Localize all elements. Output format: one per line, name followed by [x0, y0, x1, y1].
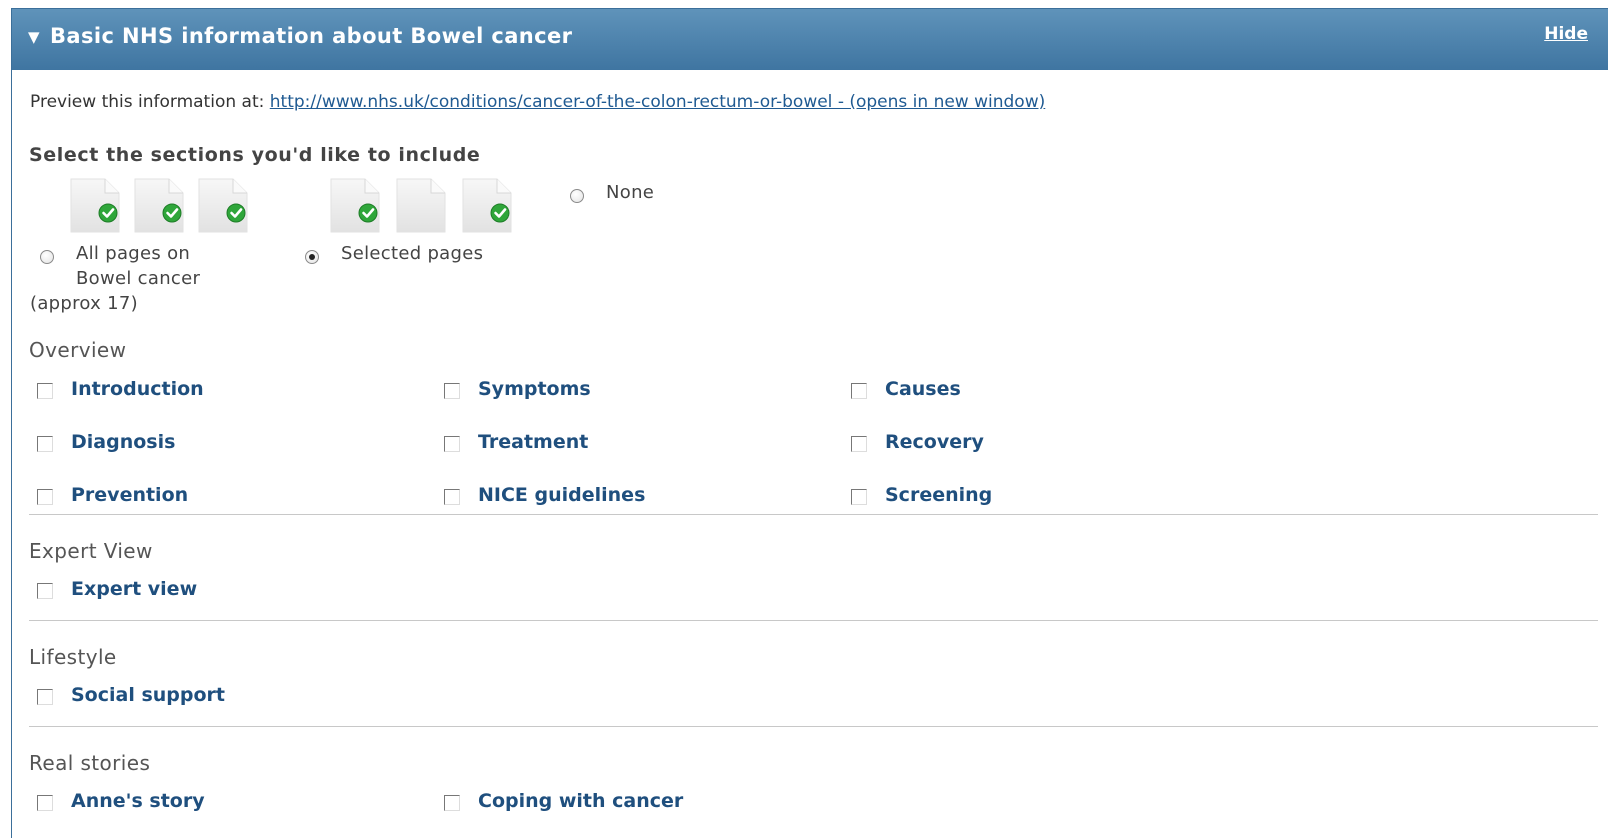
all-pages-label-line2: Bowel cancer	[76, 268, 201, 289]
checkbox[interactable]	[851, 436, 867, 452]
checkbox[interactable]	[444, 383, 460, 399]
checkbox[interactable]	[37, 489, 53, 505]
checkbox[interactable]	[851, 383, 867, 399]
preview-label: Preview this information at:	[30, 92, 265, 112]
checkbox[interactable]	[37, 795, 53, 811]
select-sections-heading: Select the sections you'd like to includ…	[29, 144, 481, 166]
selected-pages-radio[interactable]	[305, 250, 319, 264]
checkbox-label[interactable]: Introduction	[71, 376, 204, 402]
checkbox-label[interactable]: Recovery	[885, 429, 984, 455]
none-radio[interactable]	[570, 189, 584, 203]
checkbox-label[interactable]: Expert view	[71, 576, 197, 602]
panel-header[interactable]: ▼ Basic NHS information about Bowel canc…	[12, 9, 1608, 70]
section-divider	[29, 514, 1598, 515]
document-checked-icon	[462, 178, 512, 233]
section-divider	[29, 620, 1598, 621]
document-checked-icon	[198, 178, 248, 233]
checkbox-label[interactable]: Screening	[885, 482, 992, 508]
checkbox[interactable]	[444, 436, 460, 452]
document-checked-icon	[330, 178, 380, 233]
all-pages-label-line1: All pages on	[76, 243, 191, 264]
checkbox[interactable]	[37, 689, 53, 705]
collapse-triangle-icon[interactable]: ▼	[28, 28, 40, 46]
checkbox[interactable]	[37, 436, 53, 452]
checkbox-label[interactable]: Anne's story	[71, 788, 205, 814]
section-title-lifestyle: Lifestyle	[29, 645, 117, 669]
document-checked-icon	[70, 178, 120, 233]
checkbox-label[interactable]: Treatment	[478, 429, 588, 455]
checkbox[interactable]	[444, 489, 460, 505]
checkbox-label[interactable]: NICE guidelines	[478, 482, 645, 508]
checkbox[interactable]	[37, 583, 53, 599]
hide-link[interactable]: Hide	[1544, 23, 1588, 45]
checkbox[interactable]	[851, 489, 867, 505]
nhs-info-panel: ▼ Basic NHS information about Bowel canc…	[11, 8, 1608, 838]
panel-title: Basic NHS information about Bowel cancer	[50, 24, 573, 48]
checkbox-label[interactable]: Causes	[885, 376, 961, 402]
none-label: None	[606, 182, 655, 203]
checkbox-label[interactable]: Diagnosis	[71, 429, 175, 455]
all-pages-count: (approx 17)	[30, 293, 138, 314]
preview-line: Preview this information at: http://www.…	[30, 91, 1045, 113]
checkbox[interactable]	[37, 383, 53, 399]
document-checked-icon	[134, 178, 184, 233]
checkbox[interactable]	[444, 795, 460, 811]
checkbox-label[interactable]: Symptoms	[478, 376, 591, 402]
section-title-overview: Overview	[29, 338, 127, 362]
checkbox-label[interactable]: Social support	[71, 682, 225, 708]
preview-link[interactable]: http://www.nhs.uk/conditions/cancer-of-t…	[270, 92, 1046, 112]
checkbox-label[interactable]: Prevention	[71, 482, 188, 508]
selected-pages-label: Selected pages	[341, 243, 484, 264]
section-title-expert-view: Expert View	[29, 539, 153, 563]
section-divider	[29, 726, 1598, 727]
checkbox-label[interactable]: Coping with cancer	[478, 788, 683, 814]
section-title-real-stories: Real stories	[29, 751, 151, 775]
all-pages-radio[interactable]	[40, 250, 54, 264]
document-icon	[396, 178, 446, 233]
